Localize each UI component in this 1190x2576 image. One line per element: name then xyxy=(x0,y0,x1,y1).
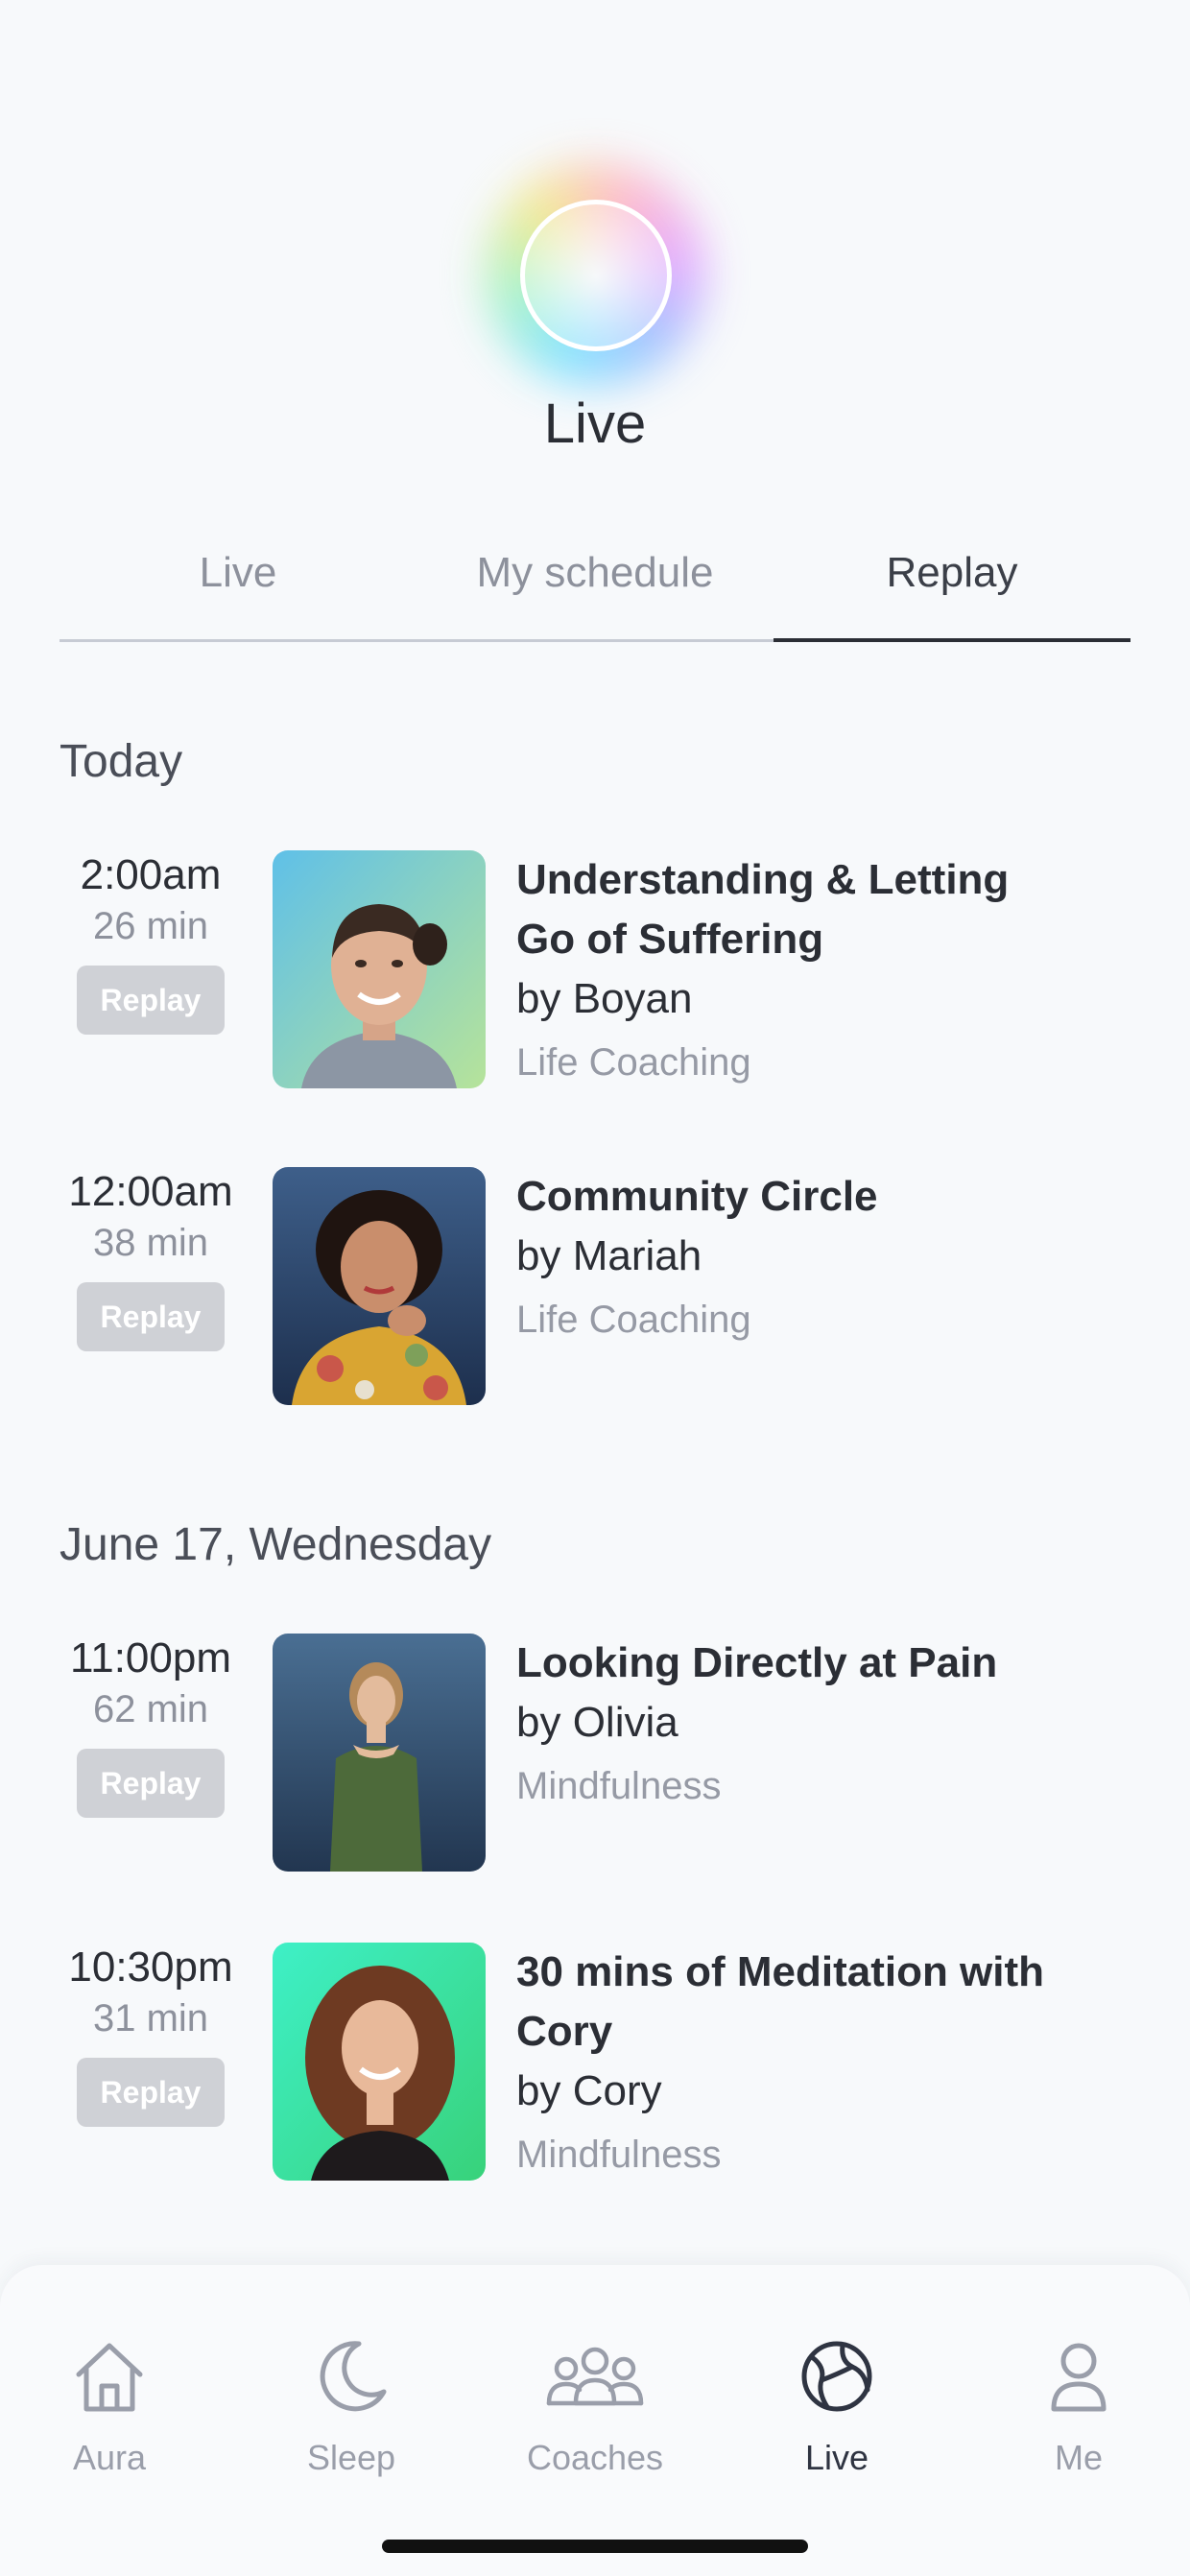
session-category: Life Coaching xyxy=(516,1041,751,1084)
session-info: 30 mins of Meditation with Cory by Cory … xyxy=(516,1943,1130,2188)
session-time-column: 2:00am 26 min Replay xyxy=(60,850,242,1035)
live-page: Live Live My schedule Replay Today 2:00a… xyxy=(0,0,1190,2576)
replay-button[interactable]: Replay xyxy=(77,1749,225,1818)
home-icon xyxy=(76,2343,143,2412)
nav-item-coaches[interactable]: Coaches xyxy=(499,2332,691,2478)
session-category: Mindfulness xyxy=(516,1765,722,1807)
replay-button[interactable]: Replay xyxy=(77,2058,225,2127)
nav-label-coaches: Coaches xyxy=(526,2438,664,2477)
session-time: 11:00pm xyxy=(70,1634,231,1682)
session-time-column: 10:30pm 31 min Replay xyxy=(60,1943,242,2127)
nav-label-live: Live xyxy=(804,2438,869,2477)
session-time: 10:30pm xyxy=(68,1944,233,1991)
nav-label-sleep: Sleep xyxy=(306,2438,396,2477)
session-duration: 62 min xyxy=(92,1688,209,1730)
coach-photo[interactable] xyxy=(273,1634,486,1872)
section-title-date: June 17, Wednesday xyxy=(60,1519,492,1570)
home-indicator xyxy=(382,2540,808,2553)
nav-label-me: Me xyxy=(1054,2438,1103,2477)
nav-label-aura: Aura xyxy=(72,2438,147,2477)
session-category: Life Coaching xyxy=(516,1299,751,1341)
people-icon xyxy=(546,2347,644,2406)
globe-icon xyxy=(801,2341,872,2412)
session-time: 12:00am xyxy=(68,1168,233,1215)
moon-icon xyxy=(320,2341,387,2412)
tab-bar: Live My schedule Replay xyxy=(60,537,1130,642)
tab-my-schedule[interactable]: My schedule xyxy=(416,537,774,639)
tab-replay[interactable]: Replay xyxy=(774,537,1130,642)
session-info: Looking Directly at Pain by Olivia Mindf… xyxy=(516,1634,1130,1820)
live-orb-icon xyxy=(484,163,706,386)
coach-photo[interactable] xyxy=(273,850,486,1088)
person-icon xyxy=(1051,2343,1107,2412)
replay-button[interactable]: Replay xyxy=(77,1282,225,1351)
session-coach: by Mariah xyxy=(516,1232,702,1279)
session-coach: by Cory xyxy=(516,2067,662,2114)
nav-item-aura[interactable]: Aura xyxy=(13,2332,205,2478)
list-item[interactable]: 10:30pm 31 min Replay 30 mins of Meditat… xyxy=(60,1943,1130,2182)
replay-button[interactable]: Replay xyxy=(77,966,225,1035)
session-info: Community Circle by Mariah Life Coaching xyxy=(516,1167,1130,1353)
section-title-today: Today xyxy=(60,736,183,787)
session-duration: 31 min xyxy=(92,1997,209,2039)
session-coach: by Boyan xyxy=(516,975,693,1022)
session-duration: 38 min xyxy=(92,1222,209,1264)
session-duration: 26 min xyxy=(92,905,209,947)
session-time-column: 11:00pm 62 min Replay xyxy=(60,1634,242,1818)
list-item[interactable]: 11:00pm 62 min Replay Looking Directly a… xyxy=(60,1634,1130,1873)
session-title: Looking Directly at Pain xyxy=(516,1639,998,1686)
session-info: Understanding & Letting Go of Suffering … xyxy=(516,850,1130,1096)
nav-item-me[interactable]: Me xyxy=(983,2332,1175,2478)
tab-live[interactable]: Live xyxy=(60,537,416,639)
session-time: 2:00am xyxy=(80,851,222,898)
nav-item-sleep[interactable]: Sleep xyxy=(255,2332,447,2478)
session-time-column: 12:00am 38 min Replay xyxy=(60,1167,242,1351)
list-item[interactable]: 12:00am 38 min Replay Community Circle b… xyxy=(60,1167,1130,1407)
session-title: 30 mins of Meditation with Cory xyxy=(516,1948,1045,2055)
session-title: Community Circle xyxy=(516,1173,878,1220)
bottom-nav: Aura Sleep Coaches Live Me xyxy=(0,2265,1190,2576)
nav-item-live[interactable]: Live xyxy=(741,2332,933,2478)
session-category: Mindfulness xyxy=(516,2134,722,2176)
coach-photo[interactable] xyxy=(273,1943,486,2181)
page-title: Live xyxy=(543,393,647,455)
coach-photo[interactable] xyxy=(273,1167,486,1405)
session-coach: by Olivia xyxy=(516,1699,678,1746)
session-title: Understanding & Letting Go of Suffering xyxy=(516,856,1010,963)
list-item[interactable]: 2:00am 26 min Replay Understanding & Let… xyxy=(60,850,1130,1090)
